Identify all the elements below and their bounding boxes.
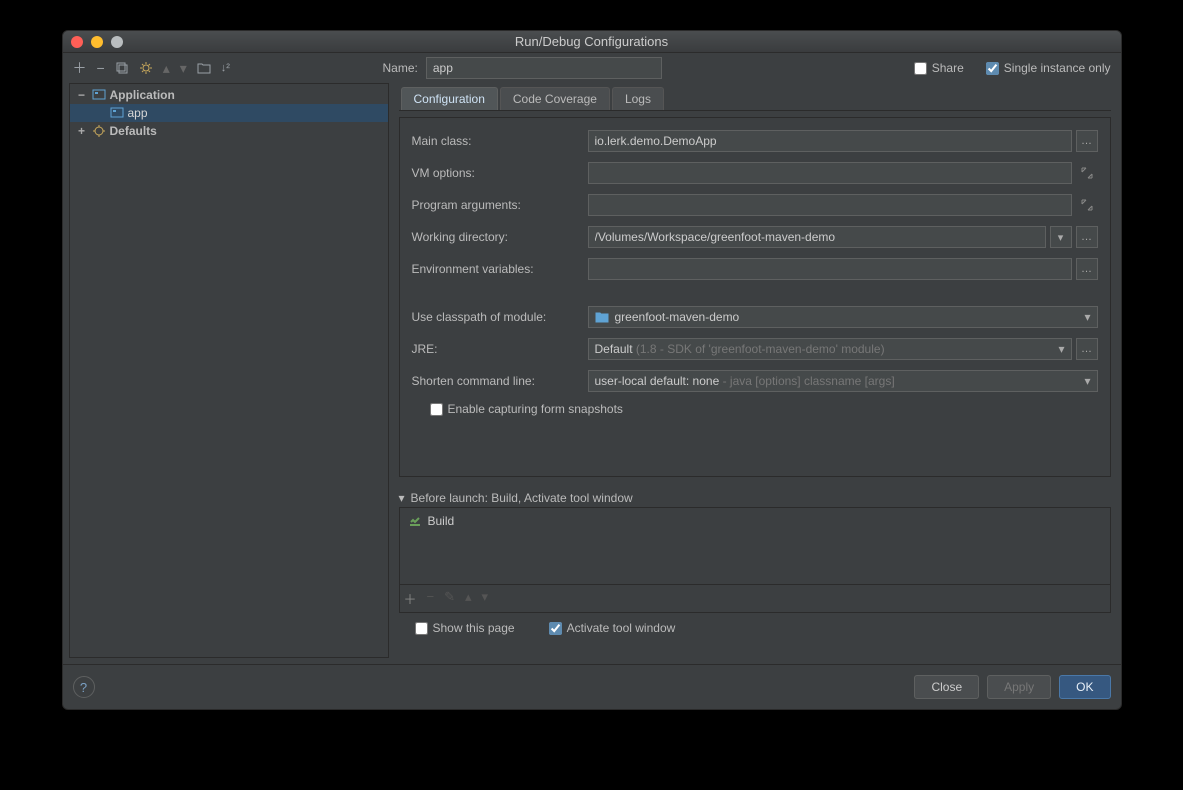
jre-value: Default [595,342,633,356]
tab-bar: Configuration Code Coverage Logs [399,87,1111,111]
tree-node-label: Application [110,88,175,102]
tree-node-label: Defaults [110,124,157,138]
vm-options-label: VM options: [412,166,580,180]
activate-tool-window-checkbox[interactable] [549,622,562,635]
browse-jre-button[interactable]: … [1076,338,1098,360]
defaults-icon [92,124,106,138]
share-checkbox[interactable] [914,62,927,75]
folder-icon[interactable] [197,62,211,74]
show-this-page-label: Show this page [433,621,515,635]
shorten-label: Shorten command line: [412,374,580,388]
shorten-command-select[interactable]: user-local default: none - java [options… [588,370,1098,392]
name-input[interactable] [426,57,662,79]
before-launch-item[interactable]: Build [404,512,1106,530]
snapshots-checkbox[interactable] [430,403,443,416]
classpath-module-value: greenfoot-maven-demo [615,310,740,324]
titlebar: Run/Debug Configurations [63,31,1121,53]
close-button[interactable]: Close [914,675,979,699]
move-task-down-icon[interactable]: ▾ [482,589,489,608]
module-icon [595,311,609,323]
name-label: Name: [383,61,418,75]
edit-task-icon[interactable]: ✎ [444,589,455,608]
apply-button[interactable]: Apply [987,675,1051,699]
share-label: Share [932,61,964,75]
shorten-value: user-local default: none [595,374,720,388]
add-config-icon[interactable]: ＋ [73,58,87,78]
config-tree: − Application app + [69,83,389,658]
sort-icon[interactable]: ↓² [221,62,230,74]
expand-program-args-icon[interactable] [1076,194,1098,216]
jre-label: JRE: [412,342,580,356]
chevron-down-icon: ▾ [1084,374,1090,388]
settings-icon[interactable] [139,61,153,75]
tab-logs[interactable]: Logs [612,87,664,110]
move-task-up-icon[interactable]: ▴ [465,589,472,608]
shorten-hint: - java [options] classname [args] [719,374,894,388]
configuration-panel: Main class: … VM options: [399,117,1111,477]
before-launch-section: ▾ Before launch: Build, Activate tool wi… [399,489,1111,643]
move-up-icon[interactable]: ▴ [163,60,170,77]
tree-node-defaults[interactable]: + Defaults [70,122,388,140]
expand-icon[interactable]: + [76,124,88,138]
before-launch-item-label: Build [428,514,455,528]
move-down-icon[interactable]: ▾ [180,60,187,77]
application-config-icon [110,106,124,120]
jre-select[interactable]: Default (1.8 - SDK of 'greenfoot-maven-d… [588,338,1072,360]
working-dir-dropdown-button[interactable]: ▾ [1050,226,1072,248]
before-launch-header[interactable]: ▾ Before launch: Build, Activate tool wi… [399,489,1111,507]
run-debug-configurations-window: Run/Debug Configurations ＋ − ▴ ▾ ↓² [62,30,1122,710]
ok-button[interactable]: OK [1059,675,1110,699]
remove-task-icon[interactable]: − [427,589,435,608]
before-launch-list[interactable]: Build [399,507,1111,585]
working-dir-input[interactable] [588,226,1046,248]
config-tree-toolbar: ＋ − ▴ ▾ ↓² [63,53,383,83]
build-icon [408,514,422,528]
program-args-input[interactable] [588,194,1072,216]
collapse-icon: ▾ [399,491,405,505]
application-type-icon [92,88,106,102]
working-dir-label: Working directory: [412,230,580,244]
snapshots-label: Enable capturing form snapshots [448,402,623,416]
help-button[interactable]: ? [73,676,95,698]
classpath-label: Use classpath of module: [412,310,580,324]
window-title: Run/Debug Configurations [63,34,1121,49]
before-launch-toolbar: ＋ − ✎ ▴ ▾ [399,585,1111,613]
tree-node-app[interactable]: app [70,104,388,122]
single-instance-label: Single instance only [1004,61,1111,75]
vm-options-input[interactable] [588,162,1072,184]
classpath-module-select[interactable]: greenfoot-maven-demo ▾ [588,306,1098,328]
remove-config-icon[interactable]: − [97,60,105,76]
activate-tool-window-label: Activate tool window [567,621,676,635]
main-class-label: Main class: [412,134,580,148]
chevron-down-icon: ▾ [1058,342,1064,356]
chevron-down-icon: ▾ [1084,310,1090,324]
expand-vm-options-icon[interactable] [1076,162,1098,184]
tree-node-application[interactable]: − Application [70,86,388,104]
before-launch-title: Before launch: Build, Activate tool wind… [411,491,633,505]
collapse-icon[interactable]: − [76,88,88,102]
browse-main-class-button[interactable]: … [1076,130,1098,152]
env-vars-input[interactable] [588,258,1072,280]
copy-config-icon[interactable] [115,61,129,75]
browse-env-vars-button[interactable]: … [1076,258,1098,280]
add-task-icon[interactable]: ＋ [404,589,417,608]
jre-hint: (1.8 - SDK of 'greenfoot-maven-demo' mod… [633,342,885,356]
show-this-page-checkbox[interactable] [415,622,428,635]
env-vars-label: Environment variables: [412,262,580,276]
tree-node-label: app [128,106,148,120]
program-args-label: Program arguments: [412,198,580,212]
single-instance-checkbox[interactable] [986,62,999,75]
browse-working-dir-button[interactable]: … [1076,226,1098,248]
main-class-input[interactable] [588,130,1072,152]
tab-code-coverage[interactable]: Code Coverage [500,87,610,110]
tab-configuration[interactable]: Configuration [401,87,498,110]
